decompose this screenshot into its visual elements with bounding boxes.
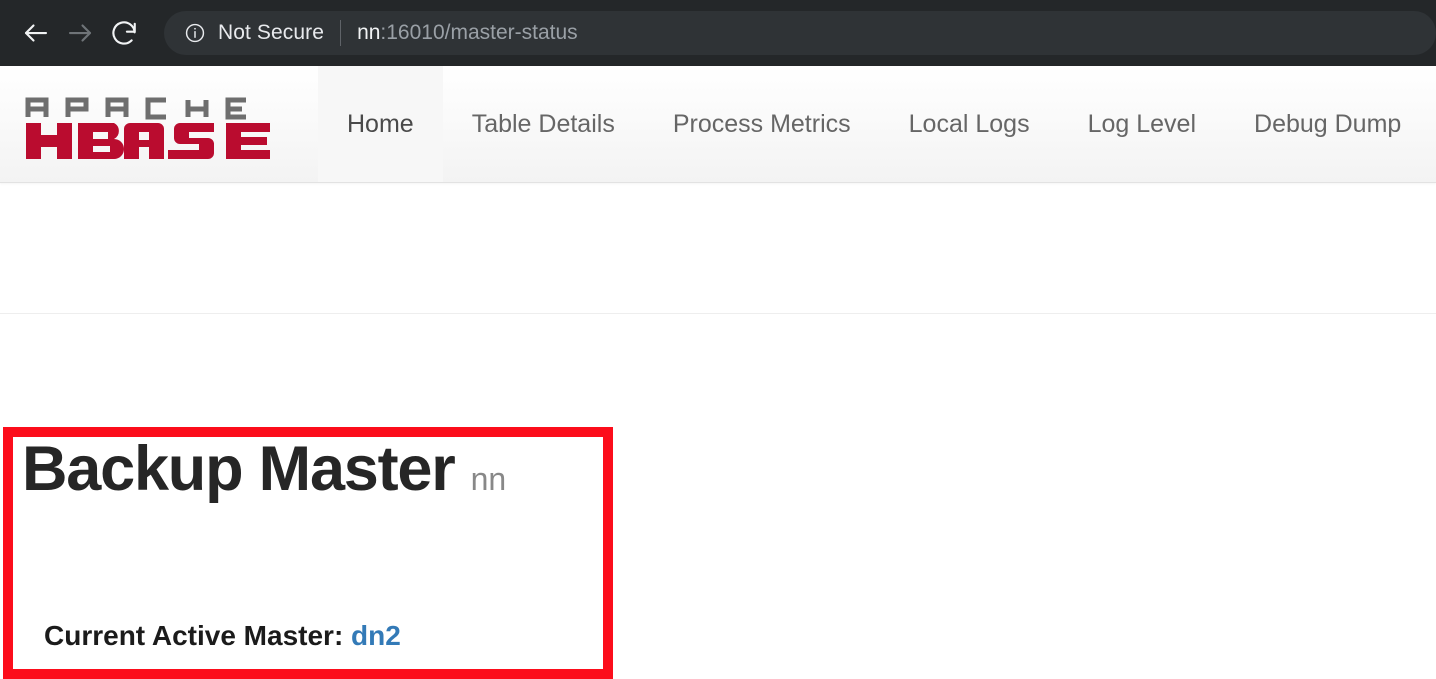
- arrow-left-icon: [21, 18, 51, 48]
- nav-item-process-metrics[interactable]: Process Metrics: [644, 66, 880, 182]
- nav-item-debug-dump-label: Debug Dump: [1254, 109, 1402, 138]
- page-header: Backup Master nn: [22, 438, 506, 501]
- url-host: nn: [357, 21, 381, 44]
- page-title: Backup Master: [22, 434, 456, 504]
- nav-item-debug-dump[interactable]: Debug Dump: [1225, 66, 1430, 182]
- nav-item-log-level[interactable]: Log Level: [1059, 66, 1225, 182]
- nav-item-table-details-label: Table Details: [471, 109, 615, 138]
- nav-item-home[interactable]: Home: [318, 66, 443, 182]
- header-divider: [0, 313, 1436, 314]
- nav-item-table-details[interactable]: Table Details: [443, 66, 644, 182]
- info-circle-icon[interactable]: [184, 22, 206, 44]
- arrow-right-icon: [65, 18, 95, 48]
- reload-button[interactable]: [102, 11, 146, 55]
- browser-toolbar: Not Secure nn:16010/master-status: [0, 0, 1436, 66]
- apache-hbase-logo-image: [18, 85, 290, 163]
- hbase-logo[interactable]: [0, 66, 318, 182]
- nav-item-local-logs[interactable]: Local Logs: [880, 66, 1059, 182]
- security-status-label[interactable]: Not Secure: [218, 21, 324, 45]
- forward-button[interactable]: [58, 11, 102, 55]
- address-bar[interactable]: Not Secure nn:16010/master-status: [164, 11, 1436, 55]
- site-navbar: Home Table Details Process Metrics Local…: [0, 66, 1436, 183]
- url-text[interactable]: nn:16010/master-status: [357, 21, 1418, 45]
- url-path: :16010/master-status: [380, 21, 578, 44]
- hbase-master-status-page: Home Table Details Process Metrics Local…: [0, 66, 1436, 679]
- nav-item-home-label: Home: [347, 109, 414, 138]
- page-subtitle-hostname: nn: [470, 461, 507, 497]
- current-active-master: Current Active Master: dn2: [44, 620, 401, 652]
- current-active-master-label: Current Active Master:: [44, 620, 344, 651]
- navbar-items: Home Table Details Process Metrics Local…: [318, 66, 1436, 182]
- current-active-master-link[interactable]: dn2: [351, 620, 401, 651]
- nav-item-local-logs-label: Local Logs: [908, 109, 1030, 138]
- reload-icon: [109, 18, 139, 48]
- nav-item-process-metrics-label: Process Metrics: [672, 109, 851, 138]
- omnibox-divider: [340, 20, 342, 46]
- nav-item-log-level-label: Log Level: [1087, 109, 1197, 138]
- back-button[interactable]: [14, 11, 58, 55]
